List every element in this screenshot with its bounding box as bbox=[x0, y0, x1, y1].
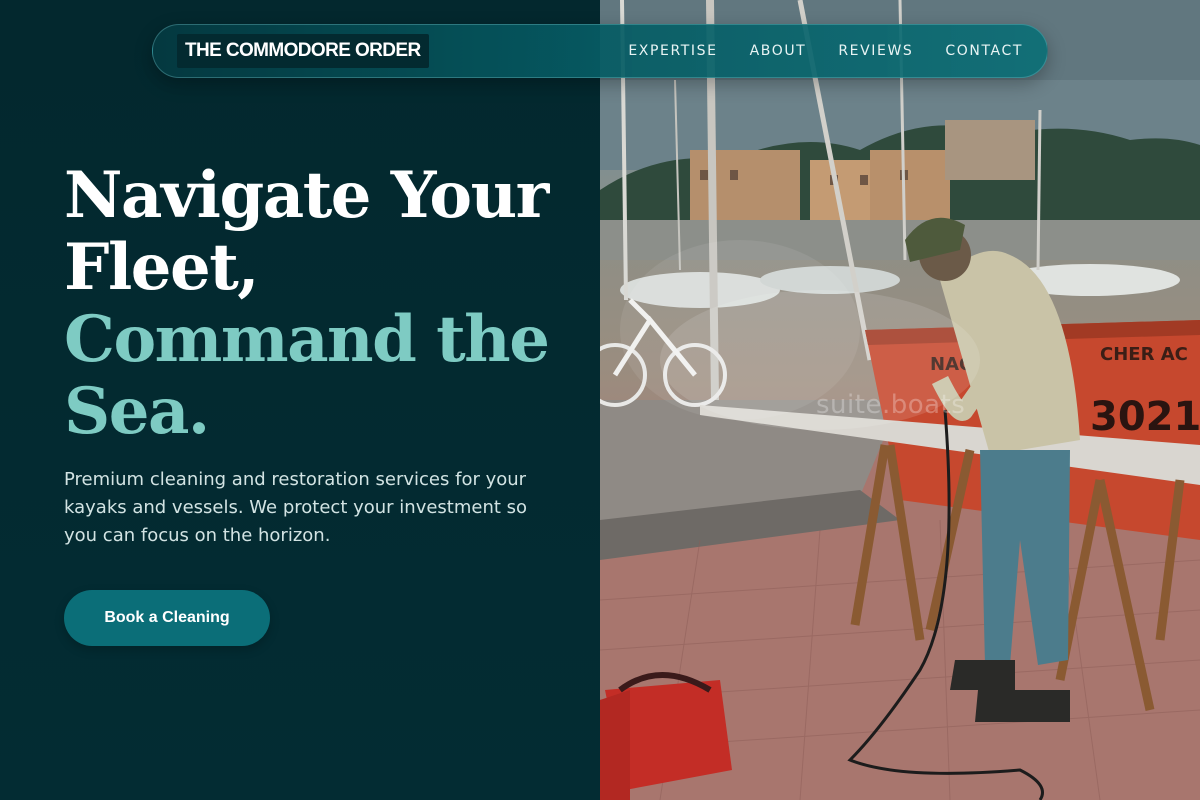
hero-title-line1: Navigate Your Fleet, bbox=[64, 158, 549, 305]
hero-description: Premium cleaning and restoration service… bbox=[64, 469, 528, 546]
nav-link-expertise[interactable]: EXPERTISE bbox=[628, 43, 717, 59]
hero-title: Navigate Your Fleet, Command the Sea. bbox=[64, 160, 584, 448]
bin-text-2: CHER AC bbox=[1100, 344, 1188, 365]
nav-link-about[interactable]: ABOUT bbox=[750, 43, 807, 59]
hero-photo: NAO CHER AC 3021 suite.boats bbox=[600, 0, 1200, 800]
nav-links: EXPERTISE ABOUT REVIEWS CONTACT bbox=[628, 43, 1023, 59]
hero-title-line2: Command the Sea. bbox=[64, 302, 550, 449]
book-cleaning-button[interactable]: Book a Cleaning bbox=[64, 590, 270, 646]
nav-link-contact[interactable]: CONTACT bbox=[945, 43, 1023, 59]
bin-number: 3021 bbox=[1090, 394, 1200, 440]
photo-watermark: suite.boats bbox=[816, 390, 966, 420]
top-navbar: THE COMMODORE ORDER EXPERTISE ABOUT REVI… bbox=[152, 24, 1048, 78]
nav-link-reviews[interactable]: REVIEWS bbox=[838, 43, 913, 59]
brand-logo[interactable]: THE COMMODORE ORDER bbox=[177, 34, 429, 68]
